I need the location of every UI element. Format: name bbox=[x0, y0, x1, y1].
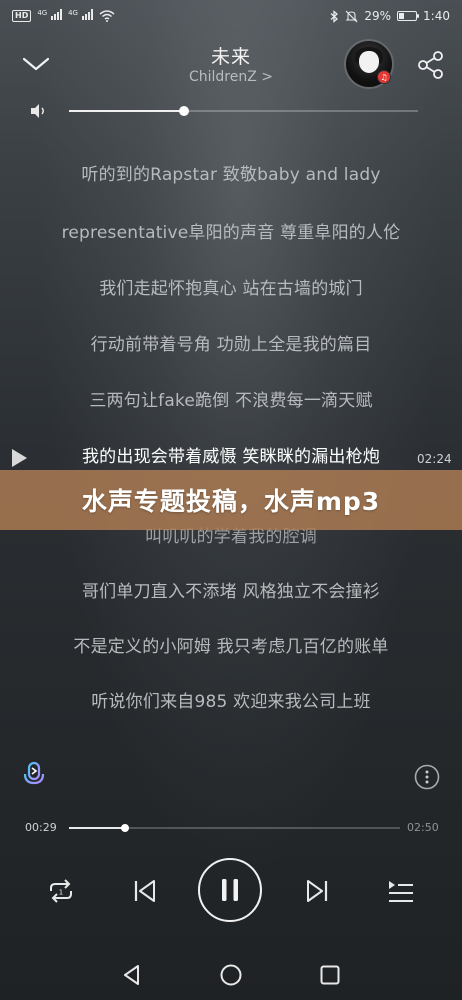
volume-row bbox=[0, 100, 462, 122]
lyric-line: representative阜阳的声音 尊重阜阳的人伦 bbox=[61, 223, 401, 243]
total-time: 02:50 bbox=[407, 821, 439, 834]
svg-text:1: 1 bbox=[59, 889, 63, 897]
volume-icon bbox=[31, 104, 44, 118]
lyric-line: 三两句让fake跪倒 不浪费每一滴天赋 bbox=[89, 391, 373, 411]
lyric-line: 我们走起怀抱真心 站在古墙的城门 bbox=[99, 279, 363, 299]
status-right: 29% 1:40 bbox=[329, 9, 450, 23]
play-small-icon bbox=[12, 449, 27, 467]
clock: 1:40 bbox=[423, 9, 450, 23]
seek-to-line-button[interactable] bbox=[9, 447, 29, 469]
lyric-line: 听的到的Rapstar 致敬baby and lady bbox=[81, 165, 381, 185]
progress-fill bbox=[69, 827, 126, 829]
banner-text: 水声专题投稿，水声mp3 bbox=[81, 487, 381, 516]
more-vertical-icon bbox=[414, 764, 440, 790]
nav-back-button[interactable] bbox=[120, 963, 144, 987]
network-1: 4G bbox=[37, 9, 63, 23]
network-type-1: 4G bbox=[37, 9, 48, 17]
network-type-2: 4G bbox=[68, 9, 78, 17]
circle-home-icon bbox=[220, 964, 242, 986]
system-nav-bar bbox=[0, 955, 462, 995]
avatar-badge: ♫ bbox=[377, 70, 391, 84]
triangle-back-icon bbox=[124, 965, 139, 985]
karaoke-button[interactable] bbox=[21, 761, 47, 791]
music-player-screen: HD 4G 4G 29% 1:40 未来 ChildrenZ > ♫ 听的到的R… bbox=[0, 0, 462, 1000]
signal-icon bbox=[81, 9, 93, 20]
next-button[interactable] bbox=[304, 878, 330, 904]
status-bar: HD 4G 4G 29% 1:40 bbox=[0, 0, 462, 32]
repeat-icon: 1 bbox=[50, 879, 72, 903]
repeat-mode-button[interactable]: 1 bbox=[46, 876, 76, 906]
lyric-line: 行动前带着号角 功勋上全是我的篇目 bbox=[90, 335, 372, 355]
playback-controls: 1 bbox=[0, 858, 462, 926]
network-2: 4G bbox=[68, 9, 93, 23]
more-options-button[interactable] bbox=[414, 764, 440, 790]
previous-button[interactable] bbox=[132, 878, 158, 904]
battery-fill bbox=[399, 13, 404, 19]
player-header: 未来 ChildrenZ > ♫ bbox=[0, 38, 462, 98]
avatar-face bbox=[359, 51, 379, 73]
volume-slider[interactable] bbox=[69, 106, 418, 116]
volume-knob[interactable] bbox=[179, 106, 190, 116]
current-time: 00:29 bbox=[25, 821, 57, 834]
square-recents-icon bbox=[320, 965, 340, 985]
battery-icon bbox=[397, 11, 420, 21]
wifi-icon bbox=[99, 10, 115, 22]
pause-button[interactable] bbox=[198, 858, 262, 922]
share-icon bbox=[418, 51, 443, 79]
pause-icon bbox=[222, 879, 238, 901]
nav-recents-button[interactable] bbox=[318, 963, 342, 987]
promo-banner: 水声专题投稿，水声mp3 bbox=[0, 470, 462, 530]
lyric-line: 哥们单刀直入不添堵 风格独立不会撞衫 bbox=[81, 582, 380, 602]
seek-marker-time: 02:24 bbox=[417, 452, 452, 466]
status-left: HD 4G 4G bbox=[12, 9, 115, 23]
bluetooth-icon bbox=[330, 9, 339, 23]
hd-badge: HD bbox=[12, 10, 32, 22]
lyric-line: 不是定义的小阿姆 我只考虑几百亿的账单 bbox=[73, 637, 389, 657]
skip-previous-icon bbox=[134, 880, 155, 902]
lyric-line-current: 我的出现会带着威慑 笑眯眯的漏出枪炮 bbox=[81, 447, 380, 467]
battery-percent: 29% bbox=[364, 9, 392, 23]
nav-home-button[interactable] bbox=[219, 963, 243, 987]
progress-knob[interactable] bbox=[121, 824, 130, 832]
volume-fill bbox=[69, 110, 185, 112]
mute-icon bbox=[345, 10, 358, 22]
signal-icon bbox=[51, 9, 63, 20]
lyric-line: 听说你们来自985 欢迎来我公司上班 bbox=[91, 692, 371, 712]
share-button[interactable] bbox=[416, 50, 446, 80]
progress-slider[interactable] bbox=[69, 824, 400, 832]
microphone-icon bbox=[23, 761, 45, 789]
song-title: 未来 bbox=[210, 46, 251, 68]
playlist-icon bbox=[389, 881, 413, 902]
playlist-button[interactable] bbox=[386, 878, 416, 906]
progress-row: 00:29 02:50 bbox=[0, 818, 462, 838]
artist-link[interactable]: ChildrenZ > bbox=[0, 69, 462, 85]
skip-next-icon bbox=[307, 880, 328, 902]
